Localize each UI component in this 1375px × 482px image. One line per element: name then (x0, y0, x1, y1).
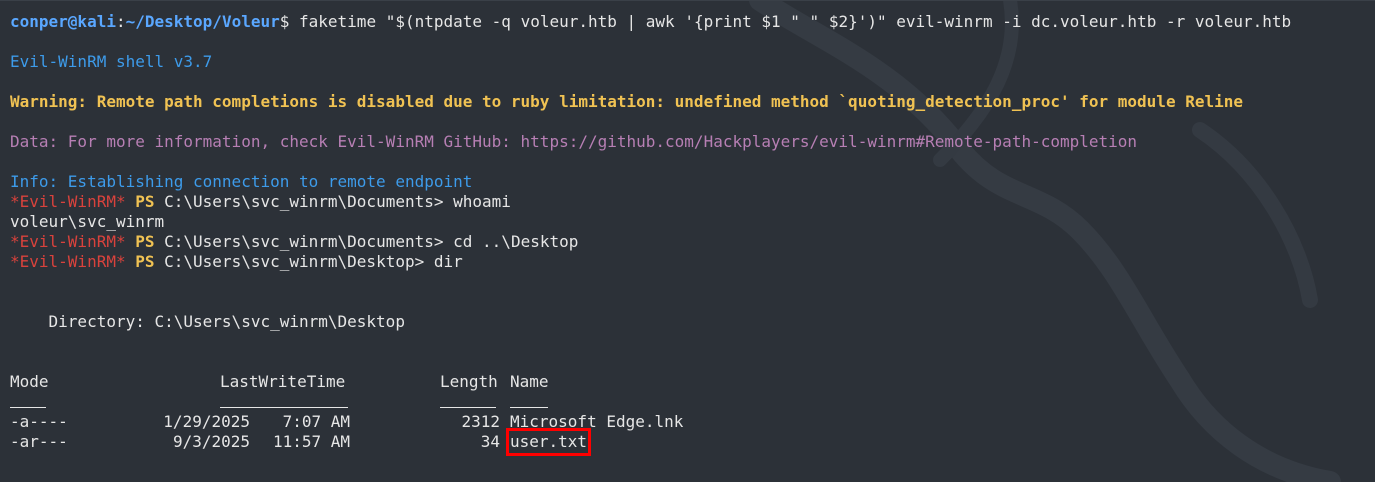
row-length: 2312 (461, 412, 500, 431)
row-mode: -a---- (10, 412, 68, 431)
shell-command: whoami (453, 192, 511, 211)
shell-command: dir (433, 252, 463, 271)
info-line: Info: Establishing connection to remote … (10, 172, 473, 191)
row-length: 34 (480, 432, 500, 451)
ps-tag: PS (135, 232, 155, 251)
command-text: faketime "$(ntpdate -q voleur.htb | awk … (289, 12, 1292, 31)
table-header: Mode LastWriteTime Length Name (10, 372, 1365, 392)
header-length: Length (440, 372, 498, 391)
shell-path: C:\Users\svc_winrm\Documents> (164, 232, 444, 251)
warning-line: Warning: Remote path completions is disa… (10, 92, 1243, 111)
prompt-symbol: $ (279, 12, 290, 31)
header-name: Name (510, 372, 549, 391)
header-mode: Mode (10, 372, 49, 391)
row-time: 11:57 AM (272, 432, 350, 451)
ps-tag: PS (135, 192, 155, 211)
shell-path: C:\Users\svc_winrm\Documents> (164, 192, 444, 211)
data-line: Data: For more information, check Evil-W… (10, 132, 1138, 151)
row-mode: -ar--- (10, 432, 68, 451)
prompt-path: ~/Desktop/Voleur (125, 12, 280, 31)
prompt-separator: : (115, 12, 126, 31)
table-row: -ar--- 9/3/2025 11:57 AM 34 user.txt (10, 428, 1365, 456)
row-date: 9/3/2025 (172, 432, 250, 451)
ps-tag: PS (135, 252, 155, 271)
evil-winrm-tag: *Evil-WinRM* (10, 192, 126, 211)
evil-winrm-tag: *Evil-WinRM* (10, 252, 126, 271)
table-underline (10, 392, 1365, 412)
shell-command: cd ..\Desktop (453, 232, 579, 251)
row-date: 1/29/2025 (163, 412, 250, 431)
table-row: -a---- 1/29/2025 7:07 AM 2312 Microsoft Edge… (10, 412, 1365, 432)
shell-line: *Evil-WinRM* PS C:\Users\svc_winrm\Docum… (10, 232, 1365, 252)
prompt-line: conper@kali:~/Desktop/Voleur$ faketime "… (10, 12, 1365, 32)
row-time: 7:07 AM (282, 412, 350, 431)
shell-path: C:\Users\svc_winrm\Desktop> (164, 252, 425, 271)
row-name: Microsoft Edge.lnk (510, 412, 684, 431)
highlighted-user-txt: user.txt (505, 428, 592, 456)
evil-winrm-tag: *Evil-WinRM* (10, 232, 126, 251)
shell-line: *Evil-WinRM* PS C:\Users\svc_winrm\Docum… (10, 192, 1365, 212)
header-lastwritetime: LastWriteTime (220, 372, 346, 391)
prompt-user-host: conper@kali (10, 12, 116, 31)
terminal-output[interactable]: conper@kali:~/Desktop/Voleur$ faketime "… (10, 12, 1365, 456)
directory-line: Directory: C:\Users\svc_winrm\Desktop (10, 312, 405, 331)
shell-output: voleur\svc_winrm (10, 212, 165, 231)
banner-line: Evil-WinRM shell v3.7 (10, 52, 213, 71)
shell-line: *Evil-WinRM* PS C:\Users\svc_winrm\Deskt… (10, 252, 1365, 272)
